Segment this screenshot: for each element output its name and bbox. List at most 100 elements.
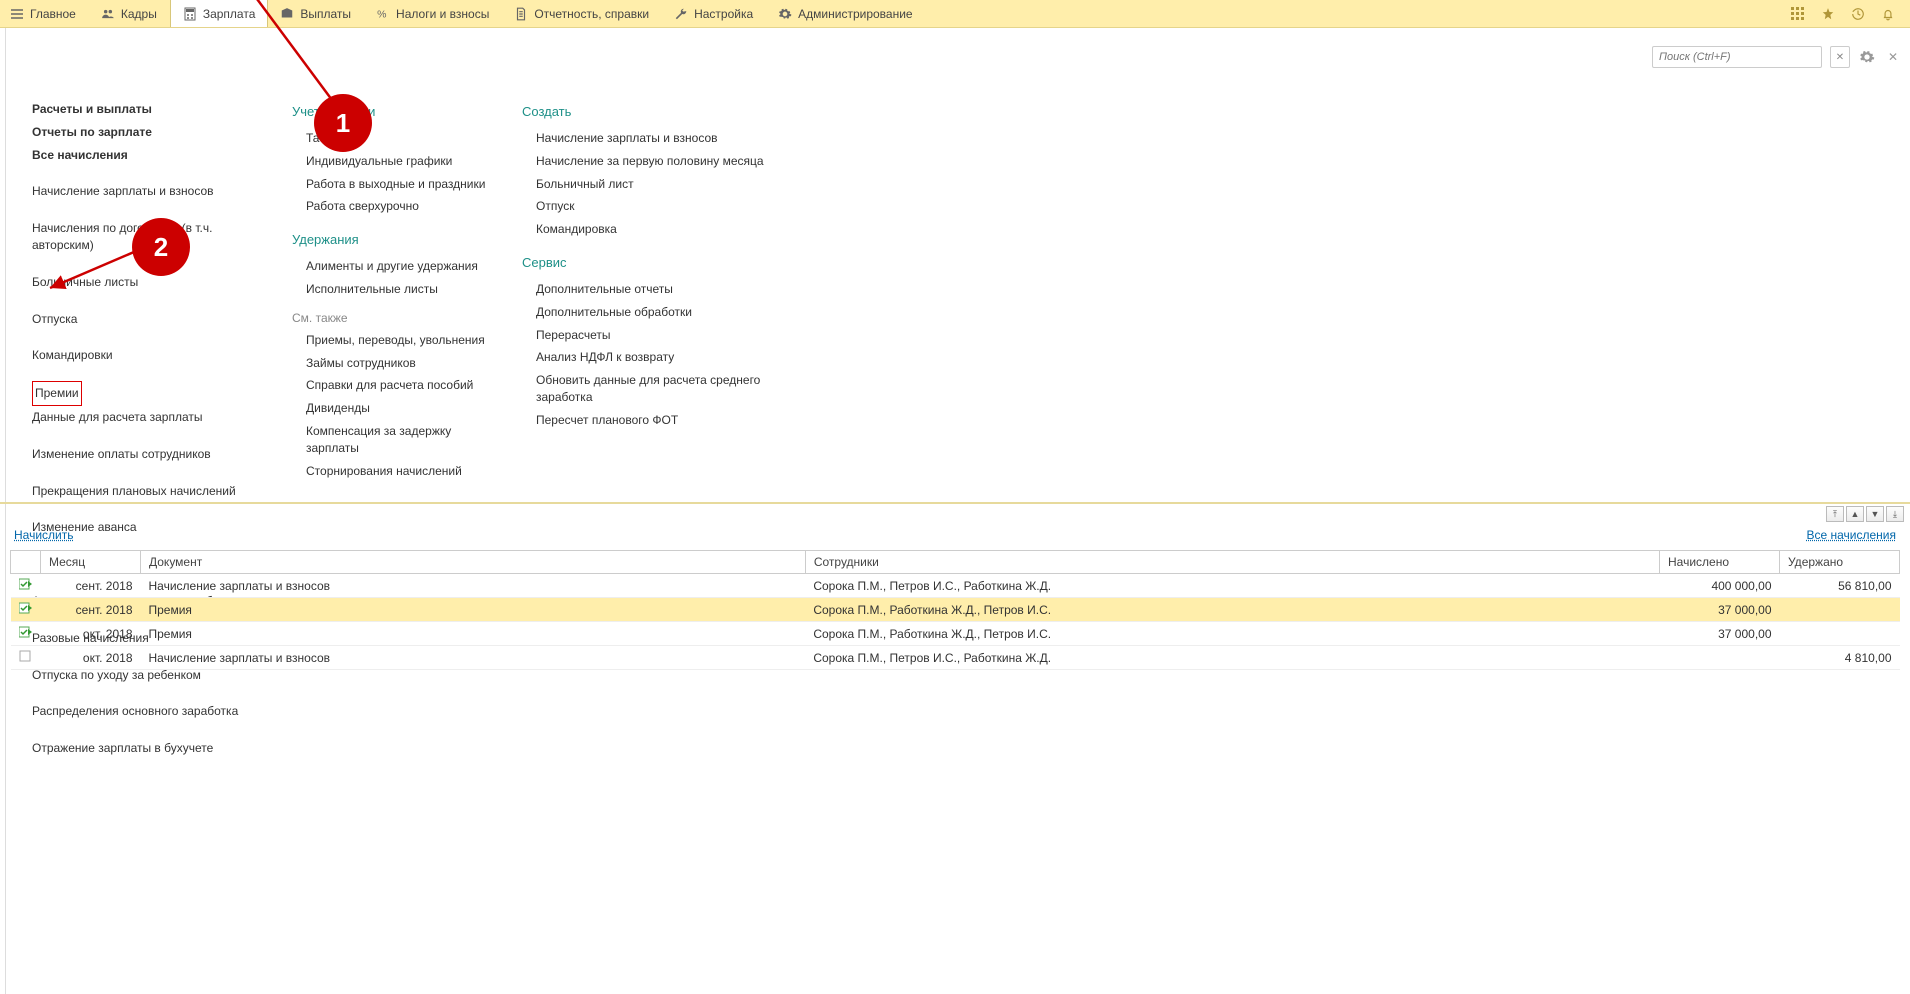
nav-главное[interactable]: Главное [0,0,89,27]
nav-кадры[interactable]: Кадры [89,0,170,27]
nav-link[interactable]: Исполнительные листы [292,278,502,301]
nav-link[interactable]: Начисление зарплаты и взносов [522,127,782,150]
nav-link[interactable]: Данные для расчета зарплаты [32,406,272,429]
table-row[interactable]: сент. 2018Начисление зарплаты и взносовС… [11,574,1900,598]
nav-link[interactable]: Изменение оплаты сотрудников [32,443,272,466]
bell-icon[interactable] [1880,6,1896,22]
nav-link[interactable]: Отчеты по зарплате [32,121,272,144]
nav-link[interactable]: Премии [32,381,82,406]
cell-deducted [1780,622,1900,646]
nav-link[interactable]: Командировки [32,344,272,367]
column-header[interactable]: Начислено [1660,551,1780,574]
nav-link[interactable]: Работа сверхурочно [292,195,502,218]
cell-deducted [1780,598,1900,622]
nav-link[interactable]: Обновить данные для расчета среднего зар… [522,369,782,409]
nav-label: Зарплата [203,7,256,21]
nav-link[interactable]: Дополнительные отчеты [522,278,782,301]
nav-link[interactable]: Алименты и другие удержания [292,255,502,278]
cell-deducted: 4 810,00 [1780,646,1900,670]
nav-отчетность, справки[interactable]: Отчетность, справки [502,0,662,27]
nav-link[interactable]: Отпуска [32,308,272,331]
row-status-icon [11,622,41,646]
nav-link[interactable]: Командировка [522,218,782,241]
cell-employees: Сорока П.М., Петров И.С., Работкина Ж.Д. [805,574,1659,598]
doc-icon [514,7,528,21]
nav-link[interactable]: Начисление зарплаты и взносов [32,180,272,203]
function-panel: ✕ ✕ 1 2 Расчеты и выплатыОтчеты по зарпл… [0,28,1910,504]
column-header[interactable]: Документ [141,551,806,574]
star-icon[interactable] [1820,6,1836,22]
table-row[interactable]: сент. 2018ПремияСорока П.М., Работкина Ж… [11,598,1900,622]
history-icon[interactable] [1850,6,1866,22]
nav-link[interactable]: Отражение зарплаты в бухучете [32,737,272,760]
nav-link[interactable]: Перерасчеты [522,324,782,347]
menu-icon [10,7,24,21]
cell-accrued: 37 000,00 [1660,622,1780,646]
nav-link[interactable]: Начисление за первую половину месяца [522,150,782,173]
nav-выплаты[interactable]: Выплаты [268,0,364,27]
cell-employees: Сорока П.М., Работкина Ж.Д., Петров И.С. [805,622,1659,646]
nav-column-main: Расчеты и выплатыОтчеты по зарплатеВсе н… [32,98,272,774]
row-status-icon [11,574,41,598]
nav-link[interactable]: Приемы, переводы, увольнения [292,329,502,352]
cell-document: Премия [141,622,806,646]
section-title-deductions: Удержания [292,232,502,247]
nav-link[interactable]: Анализ НДФЛ к возврату [522,346,782,369]
nav-link[interactable]: Компенсация за задержку зарплаты [292,420,502,460]
annotation-badge-1: 1 [314,94,372,152]
nav-link[interactable]: Работа в выходные и праздники [292,173,502,196]
nav-link[interactable]: Распределения основного заработка [32,700,272,723]
column-header[interactable]: Удержано [1780,551,1900,574]
nav-column-create: Создать Начисление зарплаты и взносовНач… [522,98,782,774]
wrench-icon [674,7,688,21]
accrue-link[interactable]: Начислить [14,528,73,542]
cell-accrued: 37 000,00 [1660,598,1780,622]
percent-icon: % [376,7,390,21]
column-header[interactable]: Сотрудники [805,551,1659,574]
nav-link[interactable]: Займы сотрудников [292,352,502,375]
section-title-create: Создать [522,104,782,119]
nav-налоги и взносы[interactable]: %Налоги и взносы [364,0,502,27]
cell-month: сент. 2018 [41,598,141,622]
nav-link[interactable]: Сторнирования начислений [292,460,502,483]
nav-зарплата[interactable]: Зарплата [170,0,269,27]
cell-month: сент. 2018 [41,574,141,598]
column-header[interactable] [11,551,41,574]
nav-link[interactable]: Больничный лист [522,173,782,196]
cell-document: Начисление зарплаты и взносов [141,646,806,670]
nav-администрирование[interactable]: Администрирование [766,0,925,27]
nav-link[interactable]: Дополнительные обработки [522,301,782,324]
nav-label: Настройка [694,7,753,21]
row-status-icon [11,646,41,670]
nav-link[interactable]: Пересчет планового ФОТ [522,409,782,432]
nav-link[interactable]: Дивиденды [292,397,502,420]
nav-link[interactable]: Отпуск [522,195,782,218]
documents-list: ⤒ ▲ ▼ ⤓ Начислить Все начисления МесяцДо… [0,504,1910,670]
nav-link[interactable]: Расчеты и выплаты [32,98,272,121]
all-accruals-link[interactable]: Все начисления [1806,528,1896,542]
nav-настройка[interactable]: Настройка [662,0,766,27]
nav-link[interactable]: Справки для расчета пособий [292,374,502,397]
cell-document: Начисление зарплаты и взносов [141,574,806,598]
svg-text:%: % [377,8,386,20]
cell-deducted: 56 810,00 [1780,574,1900,598]
nav-link[interactable]: Индивидуальные графики [292,150,502,173]
column-header[interactable]: Месяц [41,551,141,574]
nav-label: Кадры [121,7,157,21]
scroll-down-button[interactable]: ▼ [1866,506,1884,522]
cell-month: окт. 2018 [41,646,141,670]
nav-link[interactable]: Все начисления [32,144,272,167]
scroll-up-button[interactable]: ▲ [1846,506,1864,522]
see-also-label: См. также [292,311,502,325]
wallet-icon [280,7,294,21]
nav-link[interactable]: Прекращения плановых начислений [32,480,272,503]
apps-icon[interactable] [1790,6,1806,22]
scroll-top-button[interactable]: ⤒ [1826,506,1844,522]
table-row[interactable]: окт. 2018Начисление зарплаты и взносовСо… [11,646,1900,670]
gear-icon [778,7,792,21]
section-title-service: Сервис [522,255,782,270]
table-row[interactable]: окт. 2018ПремияСорока П.М., Работкина Ж.… [11,622,1900,646]
scroll-bottom-button[interactable]: ⤓ [1886,506,1904,522]
cell-accrued [1660,646,1780,670]
cell-document: Премия [141,598,806,622]
